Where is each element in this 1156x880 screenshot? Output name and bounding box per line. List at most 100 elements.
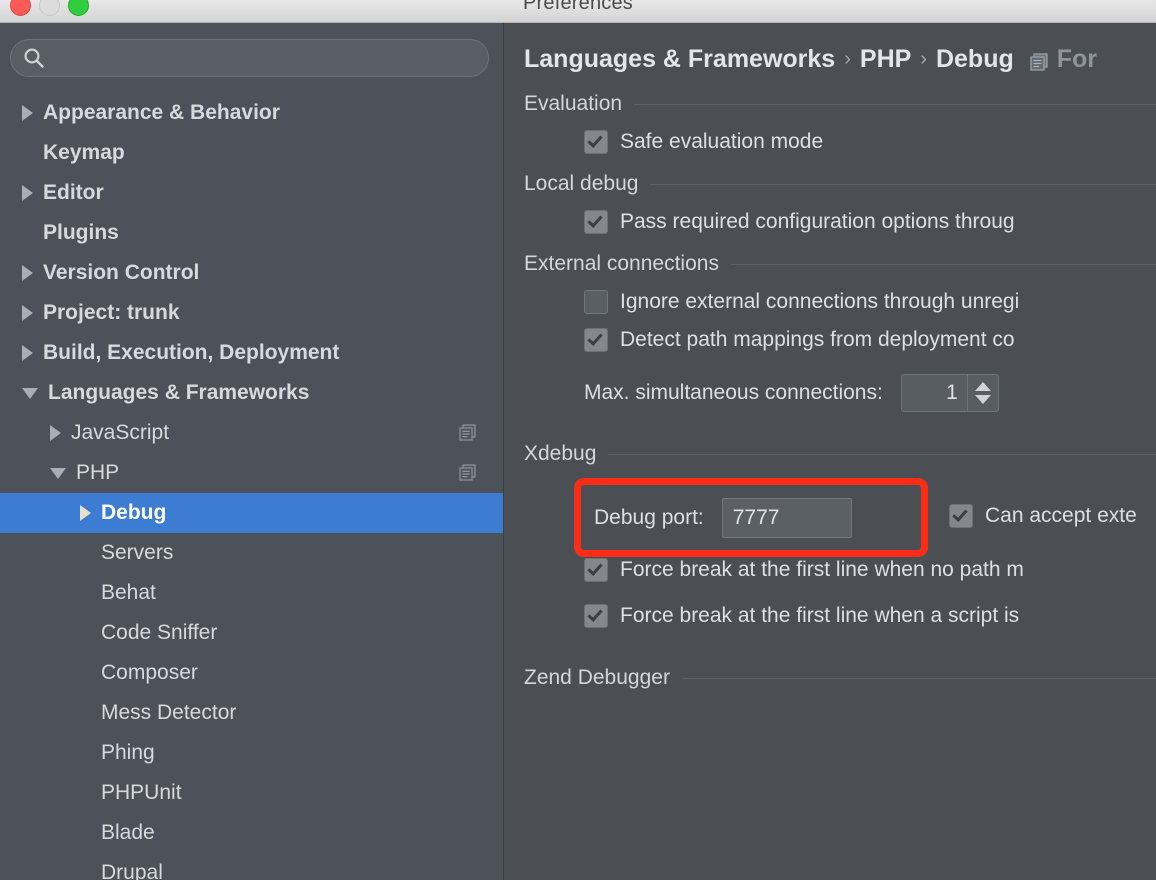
section-divider bbox=[650, 184, 1156, 185]
chevron-down-icon[interactable] bbox=[22, 388, 38, 399]
stepper-up-icon[interactable] bbox=[975, 382, 991, 391]
section-xdebug: Xdebug Debug port: 7777 Can accept exte … bbox=[505, 442, 1156, 628]
search-box[interactable] bbox=[10, 39, 489, 77]
scope-label: For bbox=[1057, 45, 1097, 74]
chevron-right-icon[interactable] bbox=[50, 425, 61, 441]
checkbox-row-pass-required-configuration[interactable]: Pass required configuration options thro… bbox=[524, 210, 1156, 234]
section-external-connections: External connections Ignore external con… bbox=[505, 252, 1156, 412]
sidebar-item-label: Drupal bbox=[101, 861, 163, 880]
sidebar-item-editor[interactable]: Editor bbox=[0, 173, 503, 213]
max-connections-stepper[interactable]: 1 bbox=[901, 374, 999, 412]
checkbox-label: Force break at the first line when a scr… bbox=[620, 604, 1019, 628]
checkbox-label: Can accept exte bbox=[985, 504, 1137, 528]
section-title-evaluation: Evaluation bbox=[524, 92, 622, 116]
preferences-window: Preferences Appearance & Behavior Keymap E… bbox=[0, 0, 1156, 880]
sidebar-item-javascript[interactable]: JavaScript bbox=[0, 413, 503, 453]
checkbox-row-detect-path-mappings[interactable]: Detect path mappings from deployment co bbox=[524, 328, 1156, 352]
sidebar-item-label: JavaScript bbox=[71, 421, 169, 445]
sidebar-item-label: Appearance & Behavior bbox=[43, 101, 280, 125]
search-input[interactable] bbox=[45, 48, 488, 68]
sidebar-item-appearance-behavior[interactable]: Appearance & Behavior bbox=[0, 93, 503, 133]
checkbox-row-force-break-no-path[interactable]: Force break at the first line when no pa… bbox=[524, 558, 1156, 582]
sidebar-item-label: Composer bbox=[101, 661, 198, 685]
safe-evaluation-mode-checkbox[interactable] bbox=[584, 130, 608, 154]
project-scope-icon[interactable] bbox=[459, 464, 477, 482]
sidebar-item-version-control[interactable]: Version Control bbox=[0, 253, 503, 293]
section-title-local-debug: Local debug bbox=[524, 172, 638, 196]
breadcrumb-item-debug[interactable]: Debug bbox=[936, 45, 1014, 74]
checkbox-row-can-accept-external[interactable]: Can accept exte bbox=[949, 504, 1137, 528]
sidebar-item-label: PHPUnit bbox=[101, 781, 182, 805]
max-connections-row: Max. simultaneous connections: 1 bbox=[524, 374, 1156, 412]
sidebar-item-keymap[interactable]: Keymap bbox=[0, 133, 503, 173]
force-break-script-checkbox[interactable] bbox=[584, 604, 608, 628]
breadcrumb-item-languages[interactable]: Languages & Frameworks bbox=[524, 45, 835, 74]
checkbox-row-ignore-external-connections[interactable]: Ignore external connections through unre… bbox=[524, 290, 1156, 314]
chevron-right-icon[interactable] bbox=[22, 345, 33, 361]
breadcrumb-separator: › bbox=[844, 48, 851, 71]
sidebar-item-debug[interactable]: Debug bbox=[0, 493, 503, 533]
chevron-right-icon[interactable] bbox=[22, 265, 33, 281]
search-area bbox=[0, 23, 503, 77]
sidebar-item-build-execution-deployment[interactable]: Build, Execution, Deployment bbox=[0, 333, 503, 373]
pass-required-configuration-checkbox[interactable] bbox=[584, 210, 608, 234]
sidebar-item-plugins[interactable]: Plugins bbox=[0, 213, 503, 253]
section-local-debug: Local debug Pass required configuration … bbox=[505, 172, 1156, 234]
force-break-no-path-checkbox[interactable] bbox=[584, 558, 608, 582]
checkbox-label: Ignore external connections through unre… bbox=[620, 290, 1019, 314]
chevron-down-icon[interactable] bbox=[50, 468, 66, 479]
stepper-down-icon[interactable] bbox=[975, 395, 991, 404]
chevron-right-icon[interactable] bbox=[80, 505, 91, 521]
sidebar-item-drupal[interactable]: Drupal bbox=[0, 853, 503, 880]
search-icon bbox=[23, 47, 45, 69]
section-header: Evaluation bbox=[524, 92, 1156, 116]
checkbox-label: Safe evaluation mode bbox=[620, 130, 823, 154]
sidebar-item-label: Languages & Frameworks bbox=[48, 381, 309, 405]
debug-port-label: Debug port: bbox=[594, 506, 704, 530]
detect-path-mappings-checkbox[interactable] bbox=[584, 328, 608, 352]
checkbox-row-safe-evaluation-mode[interactable]: Safe evaluation mode bbox=[524, 130, 1156, 154]
debug-port-row: Debug port: 7777 Can accept exte bbox=[524, 474, 1156, 556]
section-divider bbox=[634, 104, 1156, 105]
sidebar-item-blade[interactable]: Blade bbox=[0, 813, 503, 853]
sidebar-item-label: Phing bbox=[101, 741, 155, 765]
section-header: Local debug bbox=[524, 172, 1156, 196]
chevron-right-icon[interactable] bbox=[22, 305, 33, 321]
section-zend-debugger: Zend Debugger bbox=[505, 666, 1156, 690]
sidebar-item-label: Editor bbox=[43, 181, 104, 205]
sidebar-item-code-sniffer[interactable]: Code Sniffer bbox=[0, 613, 503, 653]
section-divider bbox=[731, 264, 1156, 265]
chevron-right-icon[interactable] bbox=[22, 185, 33, 201]
window-title: Preferences bbox=[0, 0, 1156, 15]
sidebar-item-composer[interactable]: Composer bbox=[0, 653, 503, 693]
checkbox-row-force-break-script[interactable]: Force break at the first line when a scr… bbox=[524, 604, 1156, 628]
checkbox-label: Force break at the first line when no pa… bbox=[620, 558, 1024, 582]
section-header: External connections bbox=[524, 252, 1156, 276]
sidebar-item-label: Keymap bbox=[43, 141, 125, 165]
sidebar-item-languages-frameworks[interactable]: Languages & Frameworks bbox=[0, 373, 503, 413]
sidebar-item-label: Version Control bbox=[43, 261, 199, 285]
stepper-buttons[interactable] bbox=[968, 375, 998, 411]
breadcrumb-item-php[interactable]: PHP bbox=[860, 45, 911, 74]
sidebar-item-mess-detector[interactable]: Mess Detector bbox=[0, 693, 503, 733]
chevron-right-icon[interactable] bbox=[22, 105, 33, 121]
debug-port-input[interactable]: 7777 bbox=[722, 498, 852, 538]
sidebar-item-label: Behat bbox=[101, 581, 156, 605]
ignore-external-connections-checkbox[interactable] bbox=[584, 290, 608, 314]
sidebar-item-label: Plugins bbox=[43, 221, 119, 245]
sidebar-item-phpunit[interactable]: PHPUnit bbox=[0, 773, 503, 813]
section-divider bbox=[608, 454, 1156, 455]
can-accept-external-checkbox[interactable] bbox=[949, 504, 973, 528]
sidebar-item-phing[interactable]: Phing bbox=[0, 733, 503, 773]
sidebar-item-behat[interactable]: Behat bbox=[0, 573, 503, 613]
sidebar-item-php[interactable]: PHP bbox=[0, 453, 503, 493]
section-evaluation: Evaluation Safe evaluation mode bbox=[505, 92, 1156, 154]
sidebar-item-label: Blade bbox=[101, 821, 155, 845]
project-scope-icon[interactable] bbox=[459, 424, 477, 442]
sidebar-item-servers[interactable]: Servers bbox=[0, 533, 503, 573]
max-connections-value[interactable]: 1 bbox=[902, 375, 968, 411]
sidebar-item-project-trunk[interactable]: Project: trunk bbox=[0, 293, 503, 333]
max-connections-label: Max. simultaneous connections: bbox=[584, 381, 883, 405]
sidebar-item-label: PHP bbox=[76, 461, 119, 485]
checkbox-label: Pass required configuration options thro… bbox=[620, 210, 1015, 234]
